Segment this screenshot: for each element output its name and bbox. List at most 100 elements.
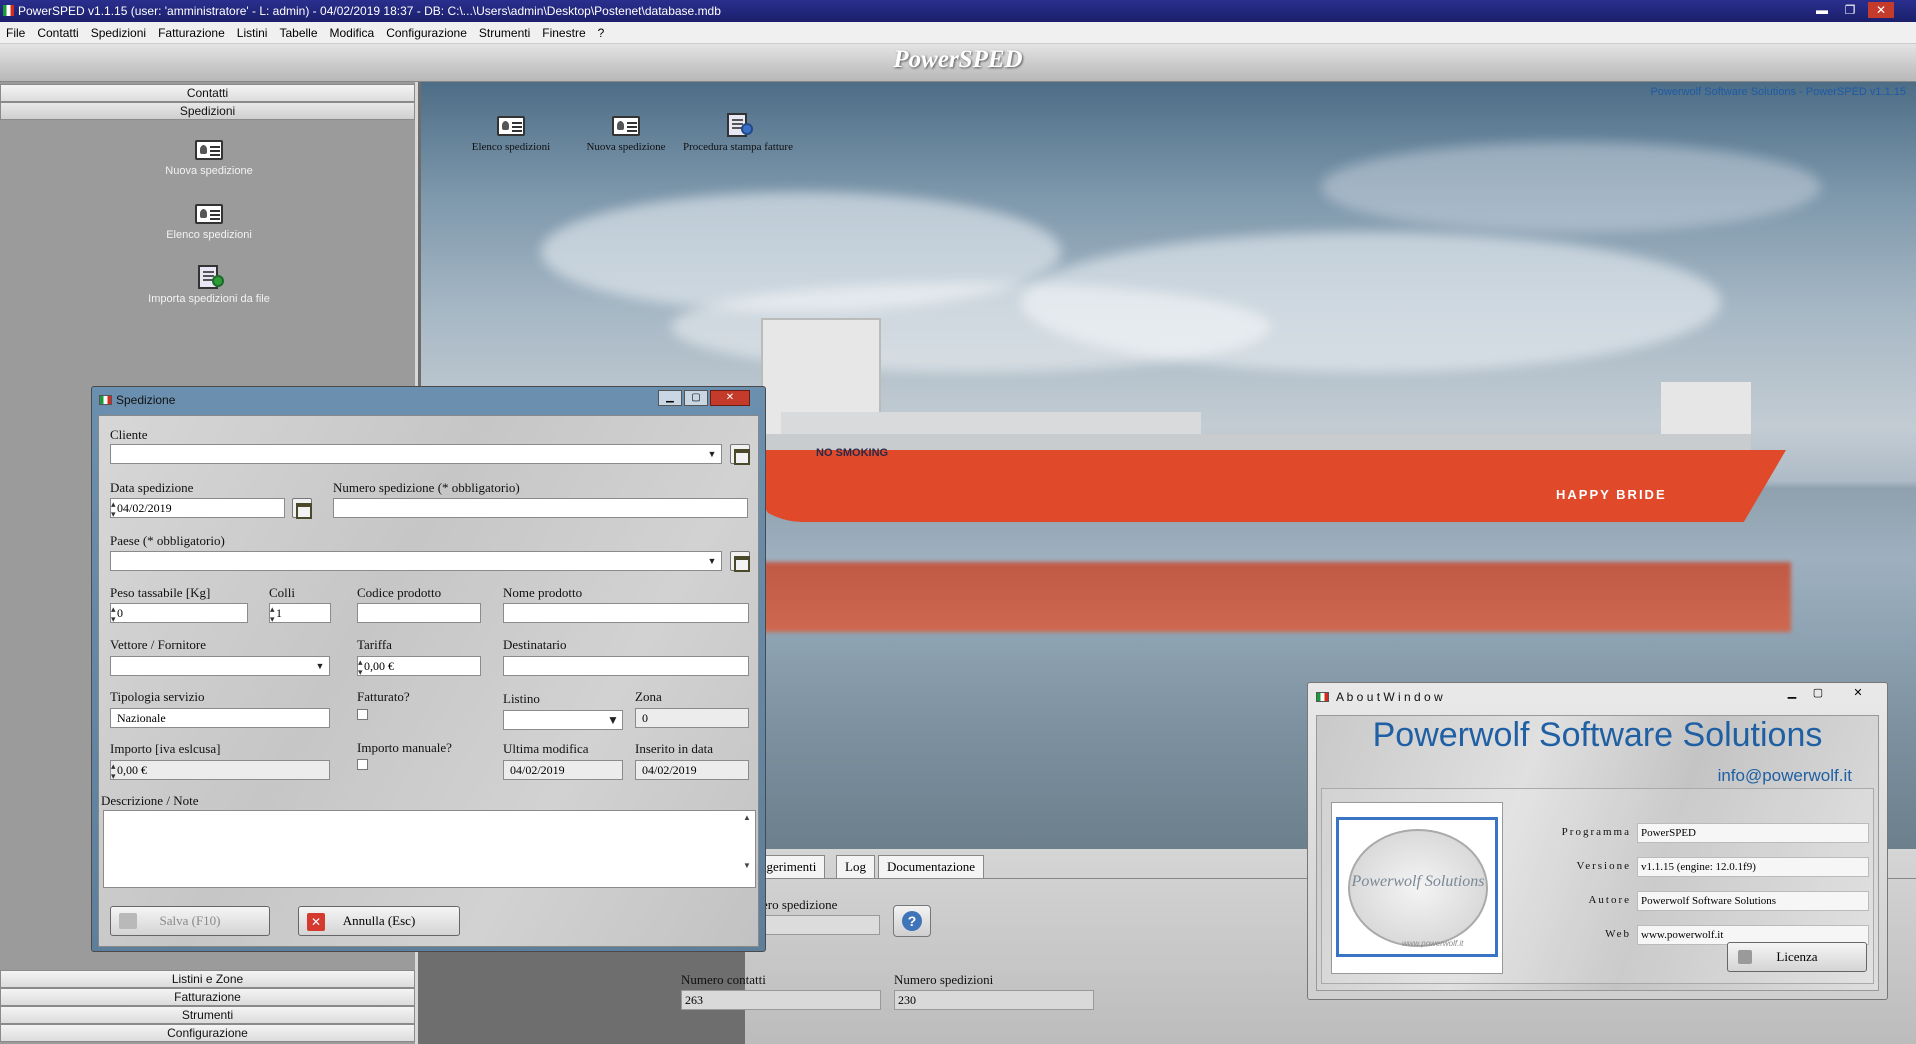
data-spedizione-label: Data spedizione [110, 480, 194, 495]
codice-prodotto-input[interactable] [357, 603, 481, 623]
dialog-maximize-button[interactable]: ▢ [684, 390, 708, 406]
italy-flag-icon [99, 395, 112, 405]
desktop-icon-label: Elenco spedizioni [471, 141, 551, 153]
sidebar-header-fatturazione[interactable]: Fatturazione [0, 988, 415, 1006]
codice-prodotto-label: Codice prodotto [357, 585, 442, 600]
paese-label: Paese (* obbligatorio) [110, 533, 225, 548]
close-button[interactable]: ✕ [1868, 2, 1894, 18]
search-shipment-label: ero spedizione [762, 897, 838, 912]
paese-lookup-button[interactable] [730, 551, 750, 572]
menu-strumenti[interactable]: Strumenti [473, 22, 536, 44]
fatturato-checkbox[interactable] [357, 709, 368, 720]
menu-configurazione[interactable]: Configurazione [380, 22, 473, 44]
sidebar-item-importa-spedizioni[interactable]: Importa spedizioni da file [0, 264, 418, 305]
menu-tabelle[interactable]: Tabelle [273, 22, 323, 44]
note-textarea[interactable] [103, 810, 756, 888]
print-invoices-icon [723, 112, 753, 138]
menu-help[interactable]: ? [592, 22, 611, 44]
versione-value: v1.1.15 (engine: 12.0.1f9) [1637, 857, 1869, 877]
menu-contatti[interactable]: Contatti [31, 22, 84, 44]
calendar-button[interactable] [292, 498, 312, 519]
spedizione-dialog: Spedizione ▁ ▢ ✕ Cliente ▼ Data spedizio… [91, 386, 766, 952]
contacts-count-label: Numero contatti [681, 972, 766, 987]
logo-text: Powerwolf Solutions [1351, 873, 1485, 890]
desktop-icon-label: Nuova spedizione [586, 141, 666, 153]
sidebar-header-listini-zone[interactable]: Listini e Zone [0, 970, 415, 988]
autore-value: Powerwolf Software Solutions [1637, 891, 1869, 911]
dialog-minimize-button[interactable]: ▁ [658, 390, 682, 406]
sidebar-item-elenco-spedizioni[interactable]: Elenco spedizioni [0, 200, 418, 241]
cancel-button[interactable]: ✕ Annulla (Esc) [298, 906, 460, 936]
zona-label: Zona [635, 689, 662, 704]
colli-label: Colli [269, 585, 296, 600]
search-help-button[interactable]: ? [893, 905, 931, 937]
menu-file[interactable]: File [0, 22, 31, 44]
destinatario-input[interactable] [503, 656, 749, 676]
listino-label: Listino [503, 691, 540, 706]
app-banner: PowerSPED [0, 44, 1916, 82]
numero-spedizione-label: Numero spedizione (* obbligatorio) [333, 480, 520, 495]
importo-manuale-checkbox[interactable] [357, 759, 368, 770]
sidebar-item-nuova-spedizione[interactable]: Nuova spedizione [0, 136, 418, 177]
powerwolf-logo: Powerwolf Solutions www.powerwolf.it [1331, 802, 1503, 974]
about-maximize-button[interactable]: ▢ [1806, 685, 1830, 701]
company-name: Powerwolf Software Solutions [1372, 716, 1823, 754]
ship-name: HAPPY BRIDE [1556, 487, 1667, 502]
paese-select[interactable]: ▼ [110, 551, 722, 571]
importo-label: Importo [iva eslcusa] [110, 741, 221, 756]
ultima-modifica-value: 04/02/2019 [503, 760, 623, 780]
note-scrollbar[interactable]: ▲ ▼ [740, 812, 754, 886]
desktop-icon-elenco-spedizioni[interactable]: Elenco spedizioni [451, 112, 571, 153]
about-minimize-button[interactable]: ▁ [1780, 685, 1804, 701]
card-icon [194, 136, 224, 162]
sidebar-header-contatti[interactable]: Contatti [0, 84, 415, 102]
cliente-label: Cliente [110, 427, 148, 442]
destinatario-label: Destinatario [503, 637, 567, 652]
minimize-button[interactable]: ▬ [1812, 2, 1832, 18]
importo-input[interactable]: 0,00 € [110, 760, 330, 780]
chevron-down-icon: ▼ [707, 556, 717, 566]
menu-spedizioni[interactable]: Spedizioni [85, 22, 152, 44]
save-button[interactable]: Salva (F10) [110, 906, 270, 936]
menu-modifica[interactable]: Modifica [324, 22, 381, 44]
dialog-body: Cliente ▼ Data spedizione 04/02/2019 Num… [98, 415, 759, 947]
license-button[interactable]: Licenza [1727, 942, 1867, 972]
cliente-lookup-button[interactable] [730, 444, 750, 465]
card-icon [611, 112, 641, 138]
tab-documentazione[interactable]: Documentazione [878, 855, 985, 879]
zona-input[interactable]: 0 [635, 708, 749, 728]
peso-label: Peso tassabile [Kg] [110, 585, 211, 600]
desktop-icon-nuova-spedizione[interactable]: Nuova spedizione [566, 112, 686, 153]
dialog-close-button[interactable]: ✕ [710, 390, 750, 406]
ship-hull [731, 450, 1786, 522]
listino-select[interactable]: ▼ [503, 710, 623, 730]
numero-spedizione-input[interactable] [333, 498, 748, 518]
sidebar-header-spedizioni[interactable]: Spedizioni [0, 102, 415, 120]
close-icon: ✕ [307, 913, 325, 931]
import-file-icon [194, 264, 224, 290]
menu-fatturazione[interactable]: Fatturazione [152, 22, 231, 44]
sidebar-header-configurazione[interactable]: Configurazione [0, 1024, 415, 1042]
sidebar-header-strumenti[interactable]: Strumenti [0, 1006, 415, 1024]
importo-manuale-label: Importo manuale? [357, 740, 452, 755]
tipologia-input[interactable]: Nazionale [110, 708, 330, 728]
vettore-select[interactable]: ▼ [110, 656, 330, 676]
desktop-icon-stampa-fatture[interactable]: Procedura stampa fatture [683, 112, 793, 153]
tariffa-input[interactable]: 0,00 € [357, 656, 481, 676]
about-body: Powerwolf Software Solutions info@powerw… [1316, 715, 1879, 991]
tab-log[interactable]: Log [836, 855, 875, 879]
menu-listini[interactable]: Listini [231, 22, 274, 44]
menu-finestre[interactable]: Finestre [536, 22, 591, 44]
chevron-down-icon: ▼ [707, 449, 717, 459]
cliente-select[interactable]: ▼ [110, 444, 722, 464]
search-shipment-input[interactable] [762, 915, 880, 935]
about-close-button[interactable]: ✕ [1838, 685, 1878, 701]
banner-title: PowerSPED [893, 46, 1023, 73]
company-email[interactable]: info@powerwolf.it [1718, 766, 1852, 786]
nome-prodotto-input[interactable] [503, 603, 749, 623]
peso-input[interactable]: 0 [110, 603, 248, 623]
colli-input[interactable]: 1 [269, 603, 331, 623]
lock-icon [1738, 950, 1752, 964]
restore-button[interactable]: ❐ [1840, 2, 1860, 18]
data-spedizione-input[interactable]: 04/02/2019 [110, 498, 285, 518]
